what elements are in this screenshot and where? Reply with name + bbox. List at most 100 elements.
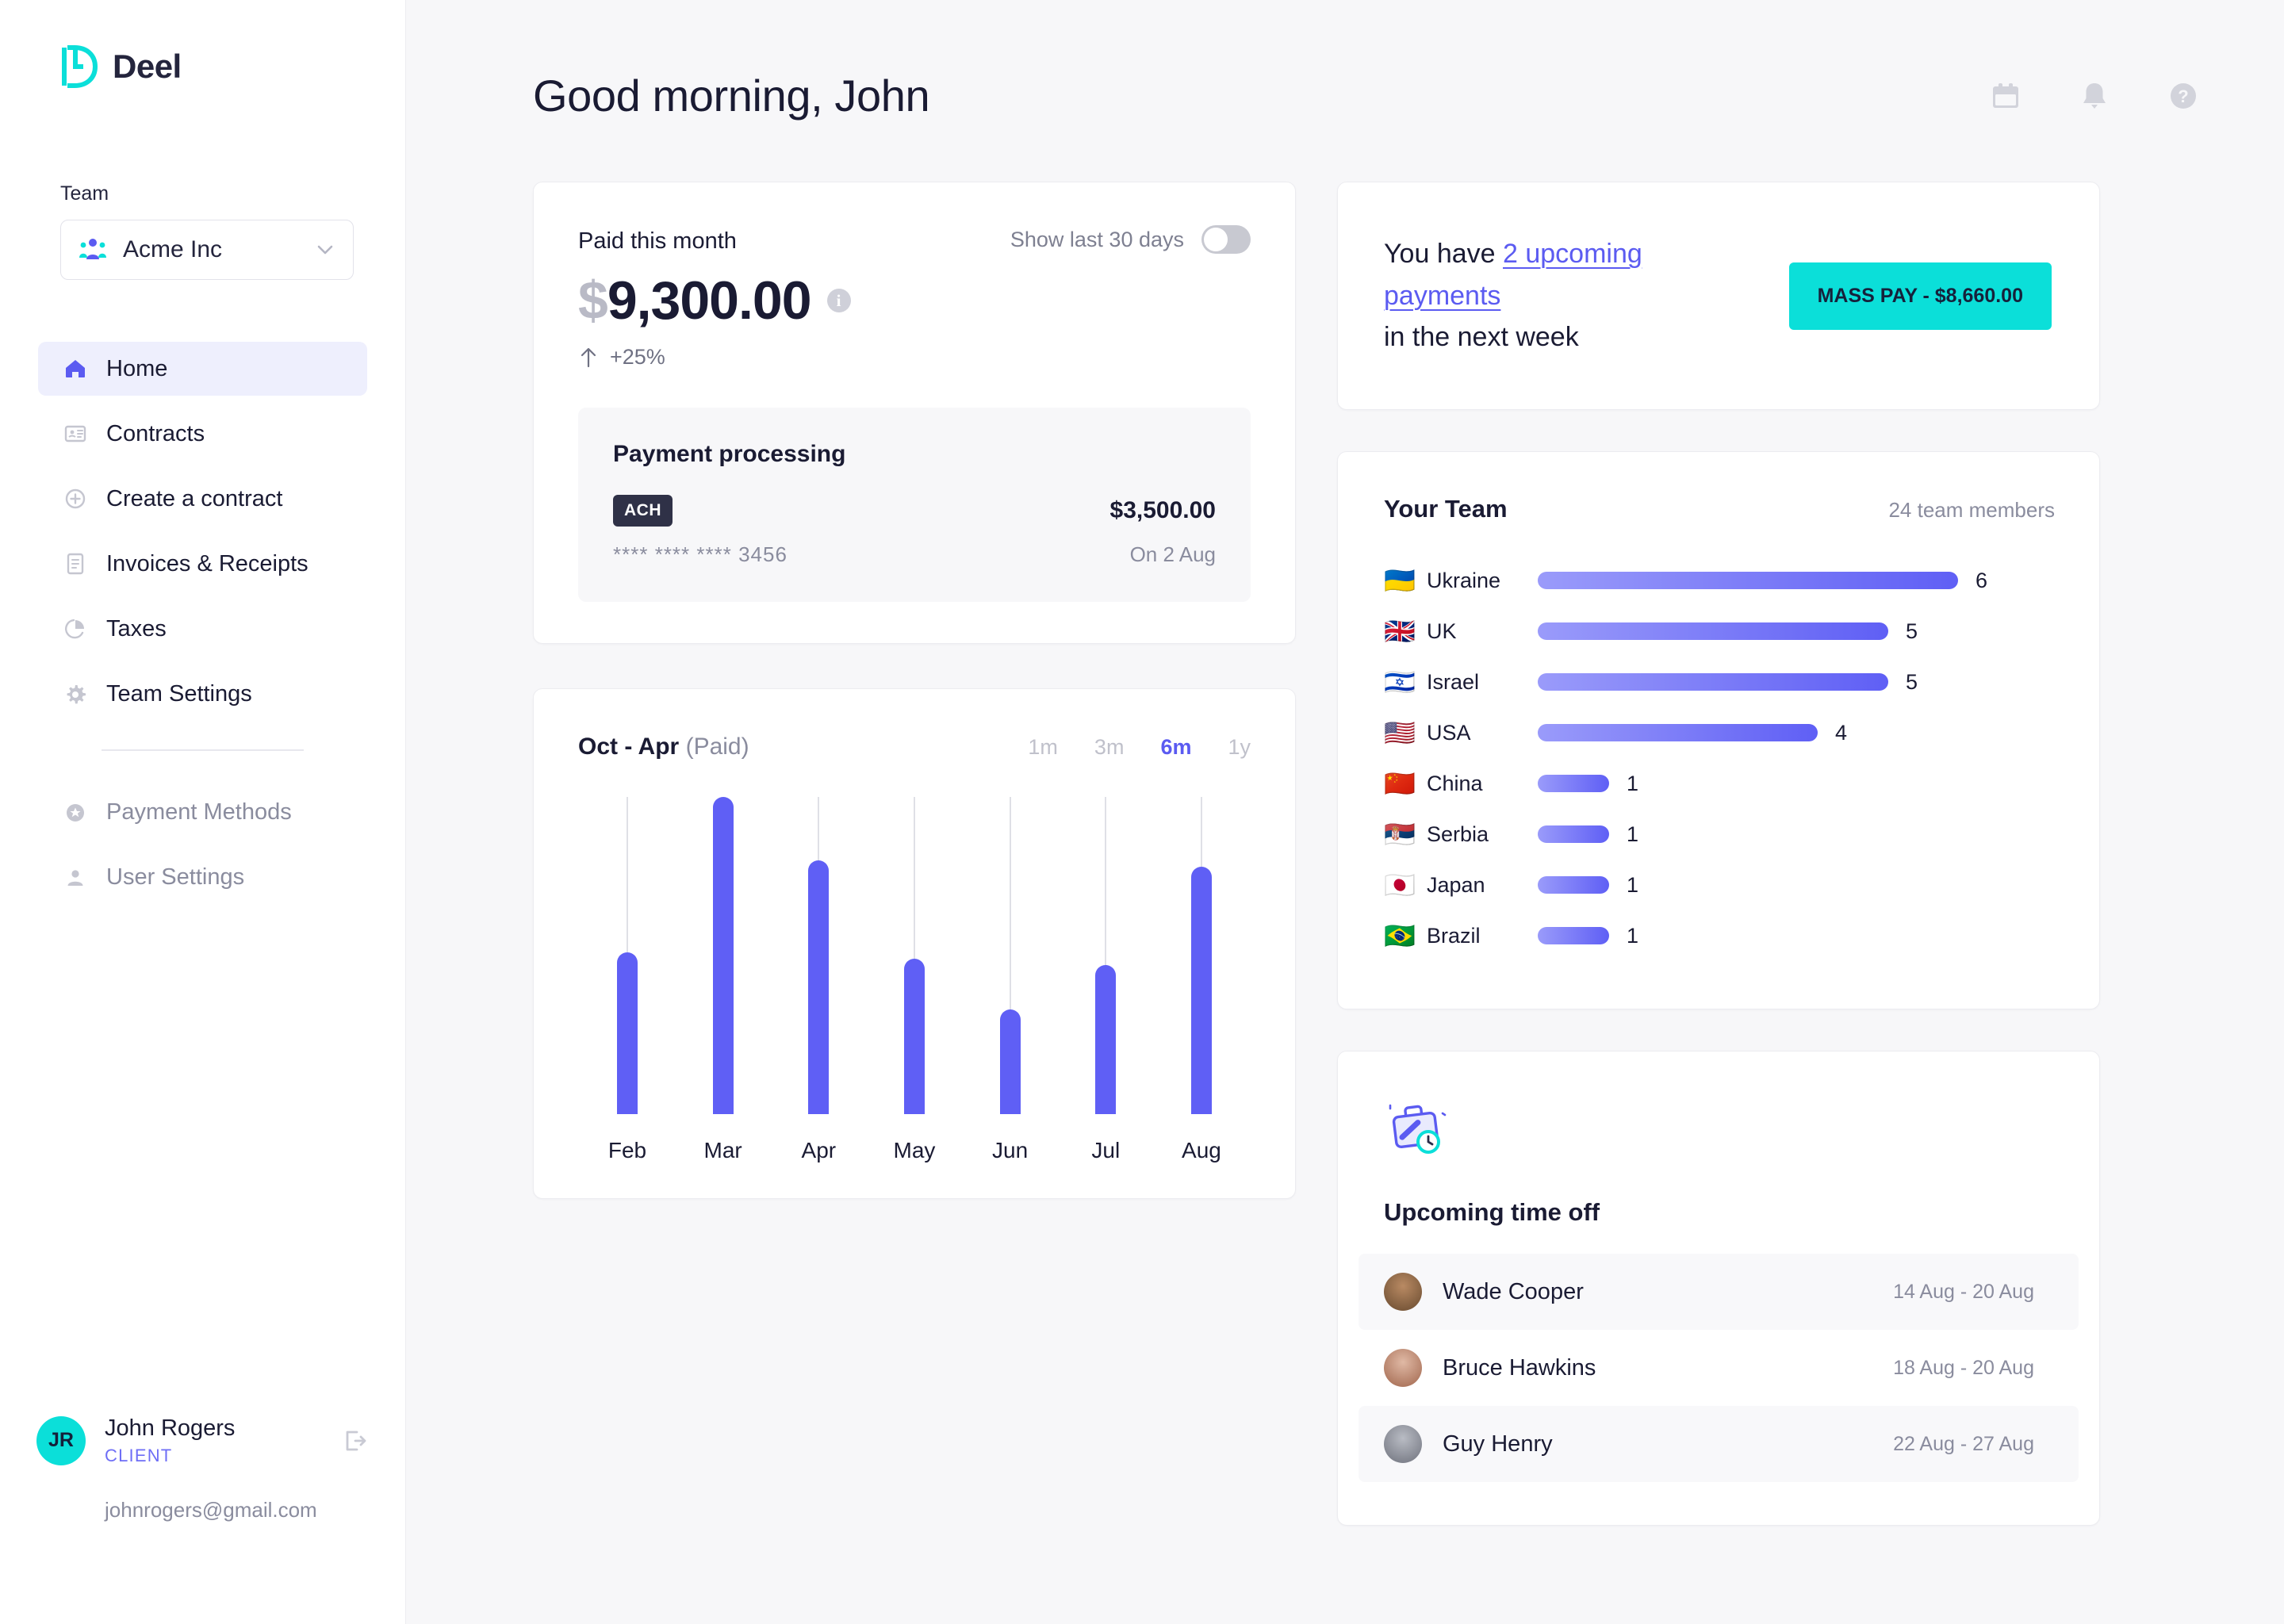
info-icon[interactable]: i [827, 289, 851, 312]
team-country-row: 🇧🇷Brazil 1 [1384, 910, 2055, 961]
chart-range-1y[interactable]: 1y [1228, 735, 1251, 760]
last-30-days-toggle-wrap[interactable]: Show last 30 days [1010, 225, 1251, 254]
sidebar-item-invoices-receipts[interactable]: Invoices & Receipts [38, 537, 367, 591]
gridline [818, 797, 819, 860]
avatar [1384, 1349, 1422, 1387]
sidebar-item-label: User Settings [106, 864, 244, 891]
upcoming-payments-text: You have 2 upcoming payments in the next… [1384, 233, 1757, 358]
country-value: 1 [1627, 924, 1638, 948]
country-name: UK [1427, 619, 1538, 644]
sidebar-item-payment-methods[interactable]: Payment Methods [38, 786, 367, 840]
paid-delta-value: +25% [610, 345, 665, 370]
sidebar-item-create-a-contract[interactable]: Create a contract [38, 472, 367, 526]
country-name: Ukraine [1427, 569, 1538, 593]
country-value: 5 [1906, 670, 1918, 695]
country-flag-icon: 🇺🇦 [1384, 565, 1427, 596]
sidebar-item-label: Payment Methods [106, 799, 292, 825]
toggle-knob [1204, 228, 1228, 251]
sidebar-user-block: JR John Rogers CLIENT johnrogers@gmail.c… [0, 1415, 406, 1522]
country-name: Brazil [1427, 924, 1538, 948]
bar-chart-plot [578, 797, 1251, 1114]
bell-icon[interactable] [2078, 79, 2111, 113]
payment-processing-title: Payment processing [613, 441, 1216, 468]
team-label: Team [0, 89, 405, 205]
country-name: USA [1427, 721, 1538, 745]
avatar [1384, 1273, 1422, 1311]
right-column: You have 2 upcoming payments in the next… [1337, 182, 2100, 1526]
team-country-row: 🇺🇸USA4 [1384, 707, 2055, 758]
team-selector[interactable]: Acme Inc [60, 220, 354, 280]
your-team-header: Your Team 24 team members [1384, 495, 2055, 523]
team-country-row: 🇺🇦Ukraine6 [1384, 555, 2055, 606]
page-title: Good morning, John [533, 70, 929, 121]
dashboard-grid: Paid this month Show last 30 days $9,300… [406, 121, 2284, 1526]
paid-card-header: Paid this month Show last 30 days [578, 228, 1251, 255]
x-axis-label: Jun [977, 1138, 1044, 1163]
mass-pay-button[interactable]: MASS PAY - $8,660.00 [1789, 262, 2052, 330]
chart-range-3m[interactable]: 3m [1094, 735, 1125, 760]
gridline [1010, 797, 1011, 1009]
payment-processing-panel: Payment processing ACH $3,500.00 **** **… [578, 408, 1251, 602]
time-off-dates: 14 Aug - 20 Aug [1893, 1281, 2034, 1304]
bar-column[interactable] [977, 797, 1044, 1114]
bar[interactable] [713, 797, 734, 1114]
country-bar [1538, 927, 1609, 944]
country-bar [1538, 572, 1958, 589]
help-icon[interactable]: ? [2167, 79, 2200, 113]
bar-column[interactable] [690, 797, 757, 1114]
country-flag-icon: 🇧🇷 [1384, 921, 1427, 951]
sidebar-item-contracts[interactable]: Contracts [38, 407, 367, 461]
country-flag-icon: 🇨🇳 [1384, 768, 1427, 799]
user-name: John Rogers [105, 1415, 341, 1442]
chart-range-6m[interactable]: 6m [1160, 735, 1191, 760]
bar-column[interactable] [785, 797, 852, 1114]
chart-title-suffix: (Paid) [686, 733, 749, 760]
sidebar-item-home[interactable]: Home [38, 342, 367, 396]
bar-column[interactable] [1168, 797, 1235, 1114]
time-off-person-name: Guy Henry [1443, 1431, 1893, 1457]
bar-column[interactable] [1072, 797, 1139, 1114]
your-team-title: Your Team [1384, 495, 1508, 523]
x-axis-label: Jul [1072, 1138, 1139, 1163]
bar[interactable] [1000, 1009, 1021, 1114]
payment-processing-amount: $3,500.00 [1110, 497, 1216, 524]
bar[interactable] [1191, 867, 1212, 1114]
upcoming-payments-text-before: You have [1384, 239, 1503, 269]
time-off-row[interactable]: Wade Cooper14 Aug - 20 Aug [1359, 1254, 2079, 1330]
chart-range-tabs: 1m 3m 6m 1y [1028, 735, 1251, 760]
sidebar-item-taxes[interactable]: Taxes [38, 602, 367, 656]
brand-logo[interactable]: Deel [0, 0, 405, 89]
bar[interactable] [617, 952, 638, 1114]
team-country-row: 🇯🇵Japan1 [1384, 860, 2055, 910]
header-actions: ? [1989, 79, 2216, 113]
country-value: 5 [1906, 619, 1918, 644]
bar-column[interactable] [594, 797, 661, 1114]
paid-amount: $9,300.00 [578, 274, 811, 327]
calendar-icon[interactable] [1989, 79, 2022, 113]
invoice-icon [63, 552, 87, 576]
time-off-person-name: Wade Cooper [1443, 1279, 1893, 1305]
sidebar-item-label: Invoices & Receipts [106, 551, 308, 577]
time-off-list: Wade Cooper14 Aug - 20 AugBruce Hawkins1… [1338, 1254, 2099, 1482]
time-off-row[interactable]: Bruce Hawkins18 Aug - 20 Aug [1359, 1330, 2079, 1406]
bar[interactable] [808, 860, 829, 1114]
chart-range-1m[interactable]: 1m [1028, 735, 1058, 760]
chart-header: Oct - Apr (Paid) 1m 3m 6m 1y [578, 733, 1251, 760]
user-role-badge: CLIENT [105, 1446, 341, 1466]
user-row[interactable]: JR John Rogers CLIENT [0, 1415, 406, 1466]
logout-icon[interactable] [341, 1427, 370, 1455]
bar-column[interactable] [881, 797, 948, 1114]
main-content: Good morning, John [406, 0, 2284, 1624]
payment-processing-secondary-row: **** **** **** 3456 On 2 Aug [613, 542, 1216, 567]
card-mask: **** **** **** 3456 [613, 542, 788, 567]
bar-chart-x-axis: FebMarAprMayJunJulAug [578, 1114, 1251, 1163]
sidebar-item-label: Contracts [106, 421, 205, 447]
time-off-row[interactable]: Guy Henry22 Aug - 27 Aug [1359, 1406, 2079, 1482]
show-last-30-days-toggle[interactable] [1201, 225, 1251, 254]
bar[interactable] [904, 959, 925, 1114]
home-icon [63, 357, 87, 381]
gridline [914, 797, 915, 959]
sidebar-item-user-settings[interactable]: User Settings [38, 851, 367, 905]
sidebar-item-team-settings[interactable]: Team Settings [38, 667, 367, 721]
bar[interactable] [1095, 965, 1116, 1114]
